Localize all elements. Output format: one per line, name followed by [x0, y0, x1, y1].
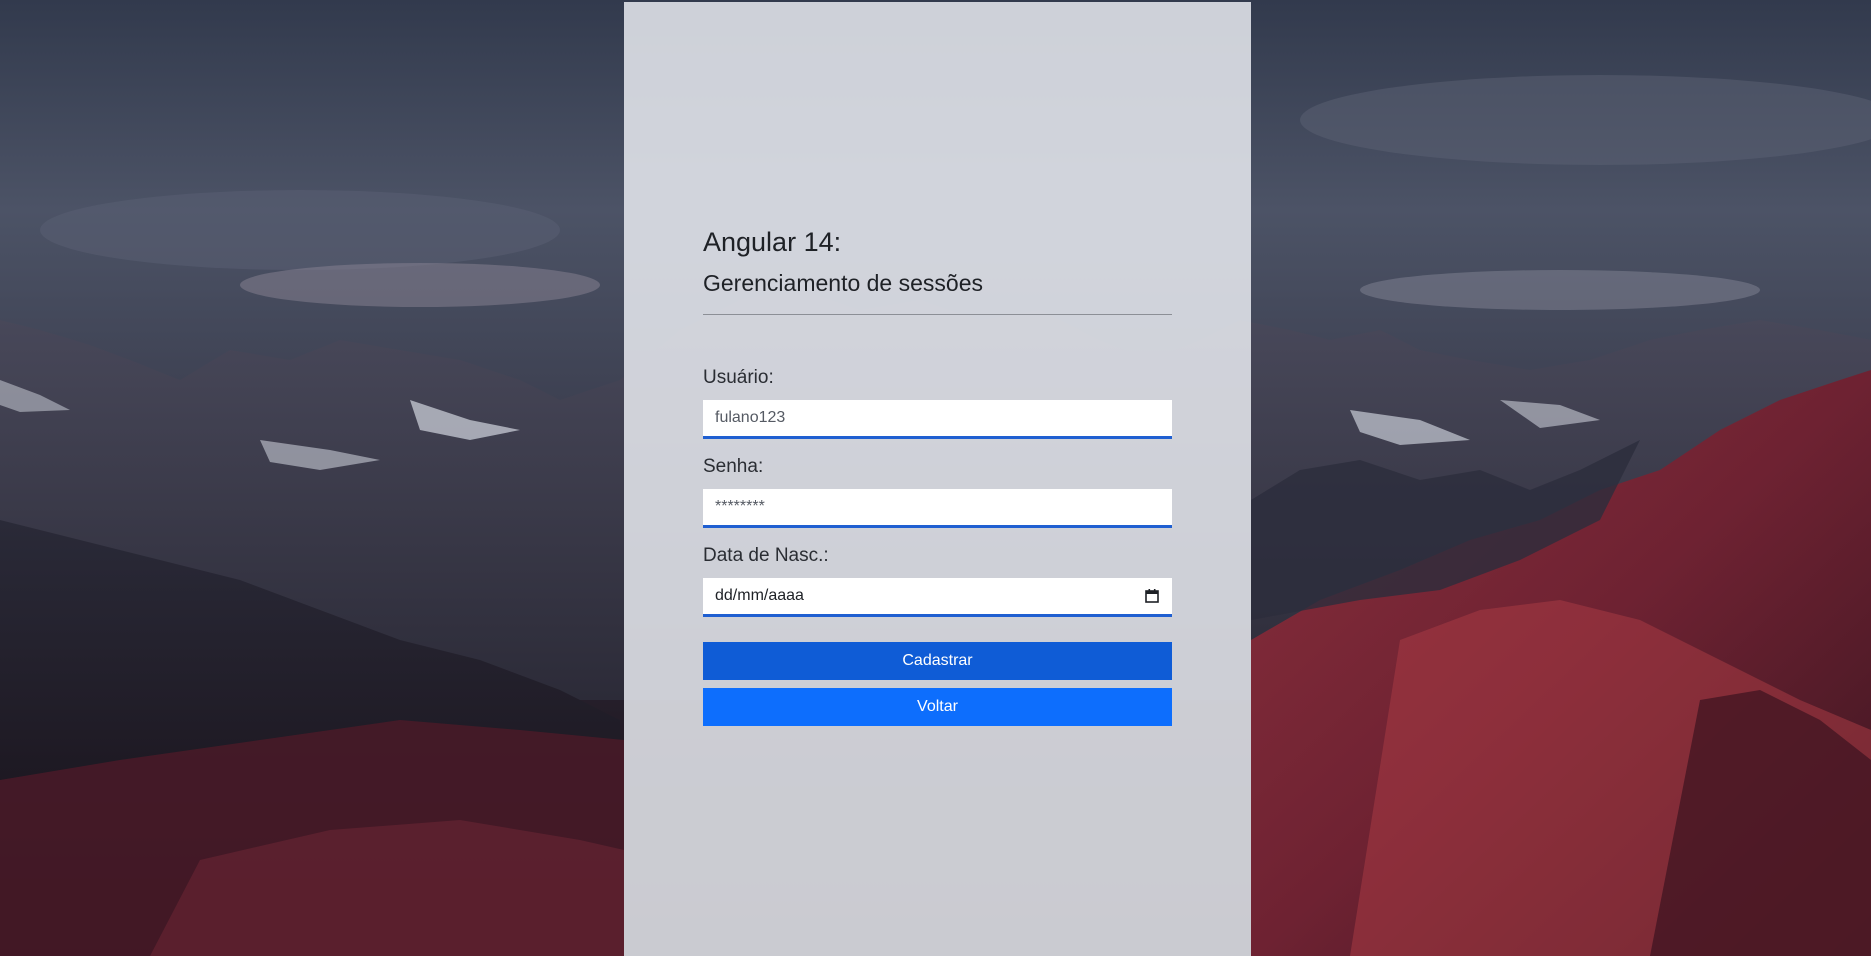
register-button[interactable]: Cadastrar — [703, 642, 1172, 680]
signup-form: Angular 14: Gerenciamento de sessões Usu… — [703, 222, 1172, 726]
password-value: ******** — [715, 498, 765, 515]
username-value: fulano123 — [715, 409, 786, 426]
title-divider — [703, 314, 1172, 315]
page-title: Angular 14: — [703, 227, 842, 257]
back-button[interactable]: Voltar — [703, 688, 1172, 726]
username-label: Usuário: — [703, 367, 774, 388]
username-input[interactable]: fulano123 — [703, 400, 1172, 439]
username-field-group: Usuário: fulano123 — [703, 365, 1172, 439]
birthdate-input[interactable]: dd/mm/aaaa — [703, 578, 1172, 617]
password-input[interactable]: ******** — [703, 489, 1172, 528]
birthdate-label: Data de Nasc.: — [703, 545, 829, 566]
page-subtitle: Gerenciamento de sessões — [703, 270, 983, 296]
birthdate-value: dd/mm/aaaa — [715, 587, 804, 604]
calendar-icon[interactable] — [1144, 588, 1160, 604]
password-label: Senha: — [703, 456, 764, 477]
birthdate-field-group: Data de Nasc.: dd/mm/aaaa — [703, 543, 1172, 617]
password-field-group: Senha: ******** — [703, 454, 1172, 528]
